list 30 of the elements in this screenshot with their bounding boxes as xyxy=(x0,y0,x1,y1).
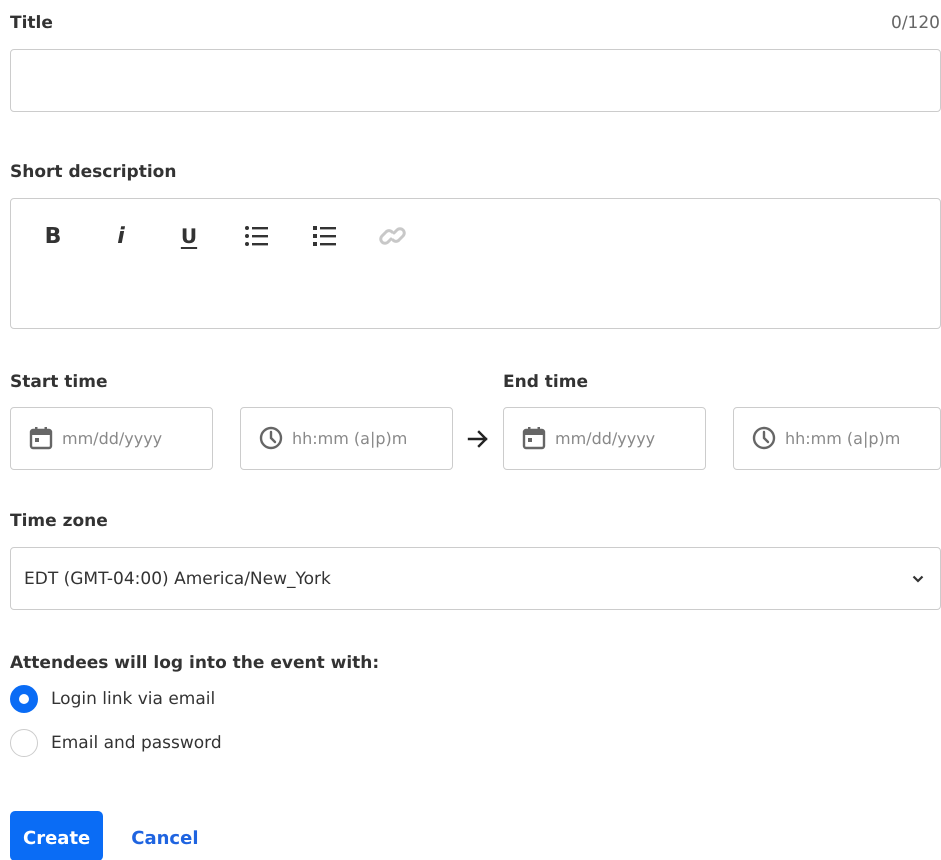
field-label: Start time xyxy=(10,371,108,394)
time-field[interactable]: hh:mm (a|p)m xyxy=(240,407,453,470)
bold-button[interactable]: B xyxy=(29,221,77,251)
date-field[interactable]: mm/dd/yyyy xyxy=(503,407,706,470)
time-zone-dropdown[interactable]: EDT (GMT-04:00) America/New_York xyxy=(10,547,941,610)
arrow-right-icon xyxy=(467,428,489,448)
chevron-down-icon xyxy=(912,574,924,582)
character-counter: 0/120 xyxy=(891,13,941,33)
clock-icon xyxy=(259,426,283,450)
field-label: Title xyxy=(10,13,53,33)
description-editor[interactable]: B i U xyxy=(10,198,941,329)
radio-button[interactable] xyxy=(10,729,38,757)
underline-button[interactable]: U xyxy=(165,221,213,251)
calendar-icon xyxy=(522,426,546,450)
create-button[interactable]: Create xyxy=(10,811,104,860)
field-label: Time zone xyxy=(10,510,109,533)
field-label: Short description xyxy=(10,161,178,184)
time-field[interactable]: hh:mm (a|p)m xyxy=(733,407,941,470)
date-field[interactable]: mm/dd/yyyy xyxy=(10,407,213,470)
numbered-list-icon xyxy=(311,223,339,249)
cancel-link[interactable]: Cancel xyxy=(119,811,210,860)
bulleted-list-icon xyxy=(243,223,271,249)
radio-label[interactable]: Email and password xyxy=(51,733,222,753)
field-label: Attendees will log into the event with: xyxy=(10,652,380,675)
radio-label[interactable]: Login link via email xyxy=(51,689,216,709)
clock-icon xyxy=(752,426,776,450)
radio-button[interactable] xyxy=(10,685,38,713)
calendar-icon xyxy=(29,426,53,450)
field-label: End time xyxy=(503,371,589,394)
italic-button[interactable]: i xyxy=(97,221,145,251)
